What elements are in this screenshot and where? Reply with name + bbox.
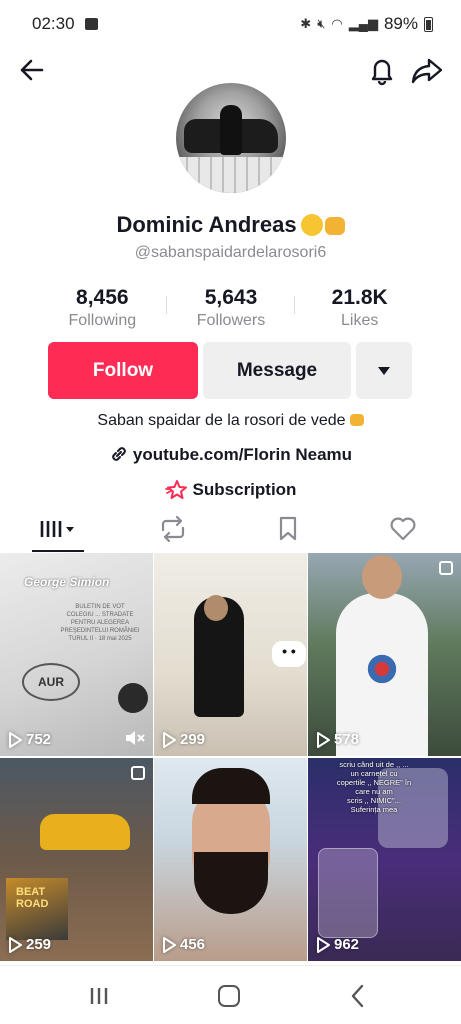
stat-followers[interactable]: 5,643 Followers [167,286,296,334]
profile-stats: 8,456 Following 5,643 Followers 21.8K Li… [38,286,424,334]
tab-reposts[interactable] [115,506,230,552]
profile-link[interactable]: youtube.com/Florin Neamu [0,444,461,465]
signal-icon: ▂▄▆ [348,16,378,31]
view-count: 962 [316,936,359,953]
play-icon [9,731,22,748]
system-nav-bar [0,965,461,1024]
status-time: 02:30 [32,14,75,33]
videos-grid-icon [40,521,74,537]
tab-favorites[interactable] [231,506,346,552]
album-cover: BEAT ROAD [6,878,68,940]
heart-icon [390,517,416,541]
subscription-link[interactable]: Subscription [0,479,461,500]
video-thumbnail[interactable]: • • 299 [154,553,307,756]
view-count: 259 [8,936,51,953]
aur-stamp: AUR [22,663,80,701]
follow-button[interactable]: Follow [48,342,198,399]
share-icon[interactable] [410,54,444,86]
view-count: 299 [162,731,205,748]
profile-tabs [0,506,461,552]
mute-icon: 🔇︎ [317,16,326,31]
suggested-accounts-button[interactable] [356,342,412,399]
wifi-icon: ◠ [331,16,343,31]
stat-following[interactable]: 8,456 Following [38,286,167,334]
video-thumbnail[interactable]: 456 [154,758,307,961]
bluetooth-icon: ✱ [300,16,312,31]
fist-emoji-icon [349,414,364,426]
play-icon [317,936,330,953]
play-icon [163,936,176,953]
view-count: 752 [8,731,51,748]
message-button[interactable]: Message [203,342,351,399]
tab-liked[interactable] [346,506,461,552]
bookmark-icon [280,516,297,541]
caret-down-icon [378,366,390,375]
fist-emoji-icon [324,217,345,235]
muted-icon [126,731,145,745]
home-icon[interactable] [218,985,240,1007]
status-bar: 02:30 ✱ 🔇︎ ◠ ▂▄▆ 89% [0,0,461,48]
video-thumbnail[interactable]: George Simion BULETIN DE VOT COLEGIU ...… [0,553,153,756]
chat-bubble-icon: • • [272,641,306,667]
photo-carousel-icon [131,766,145,780]
video-thumbnail[interactable]: 578 [308,553,461,756]
tab-videos[interactable] [0,506,115,552]
battery-percent: 89% [383,14,418,33]
view-count: 456 [162,936,205,953]
video-thumbnail[interactable]: BEAT ROAD 259 [0,758,153,961]
gallery-notification-icon [84,18,98,30]
profile-name: Dominic Andreas [0,212,461,238]
stat-likes[interactable]: 21.8K Likes [295,286,424,334]
bio: Saban spaidar de la rosori de vede [0,412,461,430]
photo-carousel-icon [439,561,453,575]
bell-icon[interactable] [366,54,398,86]
video-grid: George Simion BULETIN DE VOT COLEGIU ...… [0,553,461,961]
subscription-star-icon [164,480,187,499]
link-icon [112,447,126,461]
recent-apps-icon[interactable] [88,986,110,1006]
repost-icon [161,516,184,542]
profile-handle: @sabanspaidardelarosori6 [134,244,327,261]
system-back-icon[interactable] [348,984,368,1008]
saluting-face-emoji-icon [300,214,323,236]
play-icon [9,936,22,953]
play-icon [163,731,176,748]
play-icon [317,731,330,748]
video-thumbnail[interactable]: scriu când uit de ,, ... un carnețel cu … [308,758,461,961]
view-count: 578 [316,731,359,748]
back-arrow-icon[interactable] [16,54,48,86]
avatar[interactable] [176,83,286,193]
battery-icon [424,16,433,32]
